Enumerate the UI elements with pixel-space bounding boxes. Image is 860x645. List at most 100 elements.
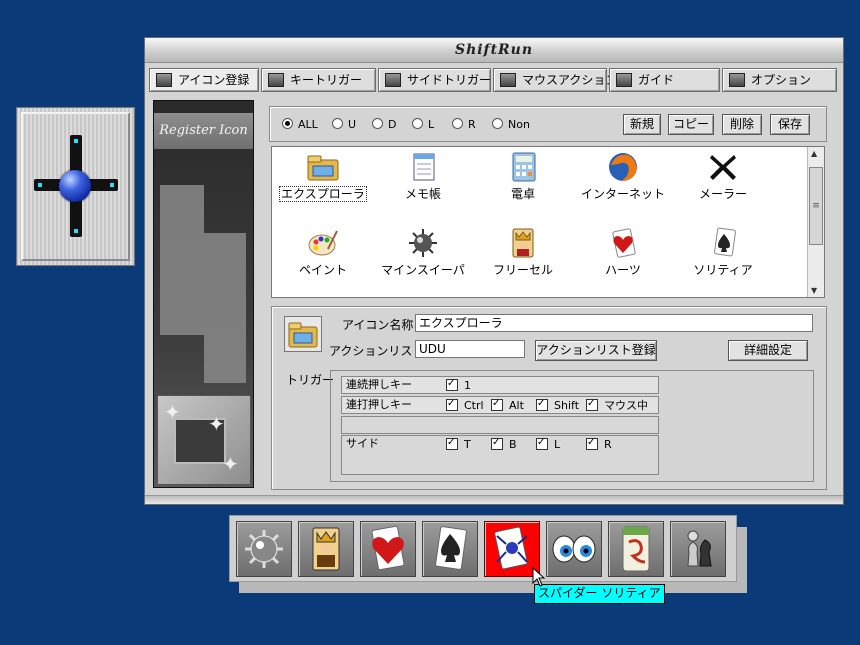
joystick-knob[interactable] xyxy=(59,170,91,202)
dock-item-minesweeper[interactable] xyxy=(236,521,292,577)
icon-item-internet[interactable]: インターネット xyxy=(578,151,668,201)
decor-bar xyxy=(204,233,246,383)
side-l-checkbox[interactable]: L xyxy=(536,437,560,451)
trigger-row-rapid: 連打押しキー Ctrl Alt Shift マウス中 xyxy=(341,396,659,414)
radio-label: L xyxy=(428,118,435,131)
icon-label: マインスイーパ xyxy=(381,263,465,277)
gear-icon xyxy=(729,73,745,87)
register-action-list-button[interactable]: アクションリスト登録 xyxy=(535,340,657,361)
paint-icon xyxy=(306,227,340,259)
rapid-shift-checkbox[interactable]: Shift xyxy=(536,398,579,412)
icon-name-input[interactable]: エクスプローラ xyxy=(415,314,813,332)
row-label: 連続押しキー xyxy=(346,378,412,391)
tab-label: サイドトリガー xyxy=(407,73,492,87)
icon-item-notepad[interactable]: メモ帳 xyxy=(378,151,468,201)
mouse-icon xyxy=(500,73,516,87)
radio-circle xyxy=(332,118,343,129)
delete-button[interactable]: 削除 xyxy=(722,114,762,135)
icon-label: フリーセル xyxy=(492,263,553,277)
rapid-ctrl-checkbox[interactable]: Ctrl xyxy=(446,398,484,412)
save-button[interactable]: 保存 xyxy=(770,114,810,135)
copy-button[interactable]: コピー xyxy=(668,114,714,135)
dock-item-chess[interactable] xyxy=(670,521,726,577)
side-r-checkbox[interactable]: R xyxy=(586,437,612,451)
folder-icon xyxy=(288,322,318,348)
icon-label: 電卓 xyxy=(510,187,535,201)
icon-label: エクスプローラ xyxy=(279,186,367,202)
dock-item-eyes[interactable] xyxy=(546,521,602,577)
scroll-thumb[interactable]: ≡ xyxy=(809,167,823,245)
scroll-up-icon[interactable]: ▲ xyxy=(811,149,817,158)
sparkle-icon: ✦ xyxy=(164,400,181,424)
mine-icon xyxy=(406,227,440,259)
hold-1-checkbox[interactable]: 1 xyxy=(446,378,471,392)
radio-label: U xyxy=(348,118,357,131)
checkbox-box xyxy=(446,398,458,411)
icon-name-label: アイコン名称 xyxy=(342,318,414,332)
row-label: サイド xyxy=(346,437,379,450)
radio-d[interactable]: D xyxy=(372,118,396,132)
joystick-left-dot xyxy=(38,183,42,187)
side-b-checkbox[interactable]: B xyxy=(491,437,517,451)
icon-item-freecell[interactable]: フリーセル xyxy=(478,227,568,277)
side-t-checkbox[interactable]: T xyxy=(446,437,471,451)
mouse-cursor-icon xyxy=(532,567,546,587)
tab-side-trigger[interactable]: サイドトリガー xyxy=(378,68,491,92)
dock-item-solitaire[interactable] xyxy=(422,521,478,577)
heart-card-icon xyxy=(606,227,640,259)
checkbox-label: 1 xyxy=(464,379,471,392)
mailer-icon xyxy=(706,151,740,183)
joystick-up-dot xyxy=(74,139,78,143)
exclamation-icon xyxy=(616,73,632,87)
rapid-middle-mouse-checkbox[interactable]: マウス中 xyxy=(586,398,648,412)
tab-options[interactable]: オプション xyxy=(722,68,837,92)
dock-item-mahjong[interactable] xyxy=(608,521,664,577)
selected-icon-preview[interactable] xyxy=(284,316,322,352)
radio-r[interactable]: R xyxy=(452,118,476,132)
icon-item-hearts[interactable]: ハーツ xyxy=(578,227,668,277)
radio-circle xyxy=(282,118,293,129)
chess-icon xyxy=(687,530,712,567)
radio-l[interactable]: L xyxy=(412,118,434,132)
window-title[interactable]: ShiftRun xyxy=(145,38,843,63)
checkbox-box xyxy=(536,437,548,450)
radio-label: Non xyxy=(508,118,530,131)
radio-non[interactable]: Non xyxy=(492,118,530,132)
icon-item-calculator[interactable]: 電卓 xyxy=(478,151,568,201)
sparkle-icon: ✦ xyxy=(222,452,239,476)
radio-u[interactable]: U xyxy=(332,118,356,132)
advanced-settings-button[interactable]: 詳細設定 xyxy=(728,340,808,361)
checkbox-label: T xyxy=(464,438,471,451)
icon-item-explorer[interactable]: エクスプローラ xyxy=(278,151,368,202)
icon-item-solitaire[interactable]: ソリティア xyxy=(678,227,768,277)
tab-icon-register[interactable]: アイコン登録 xyxy=(149,68,259,92)
tab-mouse-action[interactable]: マウスアクション xyxy=(493,68,617,92)
shiftrun-window: ShiftRun アイコン登録 キートリガー サイドトリガー マウスアクション … xyxy=(144,37,844,505)
tab-guide[interactable]: ガイド xyxy=(609,68,720,92)
tab-key-trigger[interactable]: キートリガー xyxy=(261,68,376,92)
action-list-input[interactable]: UDU xyxy=(415,340,525,358)
new-button[interactable]: 新規 xyxy=(623,114,661,135)
icon-list-scrollbar[interactable]: ▲ ≡ ▼ xyxy=(807,147,824,297)
checkbox-label: マウス中 xyxy=(604,399,648,412)
heart-card-icon xyxy=(371,525,405,571)
tab-label: アイコン登録 xyxy=(178,73,250,87)
icon-item-minesweeper[interactable]: マインスイーパ xyxy=(378,227,468,277)
radio-circle xyxy=(412,118,423,129)
dock-item-hearts[interactable] xyxy=(360,521,416,577)
king-card-icon xyxy=(312,527,340,571)
radio-all[interactable]: ALL xyxy=(282,118,318,132)
icon-item-mailer[interactable]: メーラー xyxy=(678,151,768,201)
scroll-down-icon[interactable]: ▼ xyxy=(811,286,817,295)
mine-icon xyxy=(245,530,283,568)
icon-label: インターネット xyxy=(580,187,665,201)
radio-circle xyxy=(452,118,463,129)
checkbox-box xyxy=(586,437,598,450)
icon-item-paint[interactable]: ペイント xyxy=(278,227,368,277)
checkbox-label: B xyxy=(509,438,517,451)
gesture-joystick-widget[interactable] xyxy=(16,107,135,266)
window-bottom-edge xyxy=(145,495,843,504)
dock-item-freecell[interactable] xyxy=(298,521,354,577)
rapid-alt-checkbox[interactable]: Alt xyxy=(491,398,524,412)
trigger-table: 連続押しキー 1 連打押しキー Ctrl Alt Shift マウス中 サイド … xyxy=(330,370,814,482)
